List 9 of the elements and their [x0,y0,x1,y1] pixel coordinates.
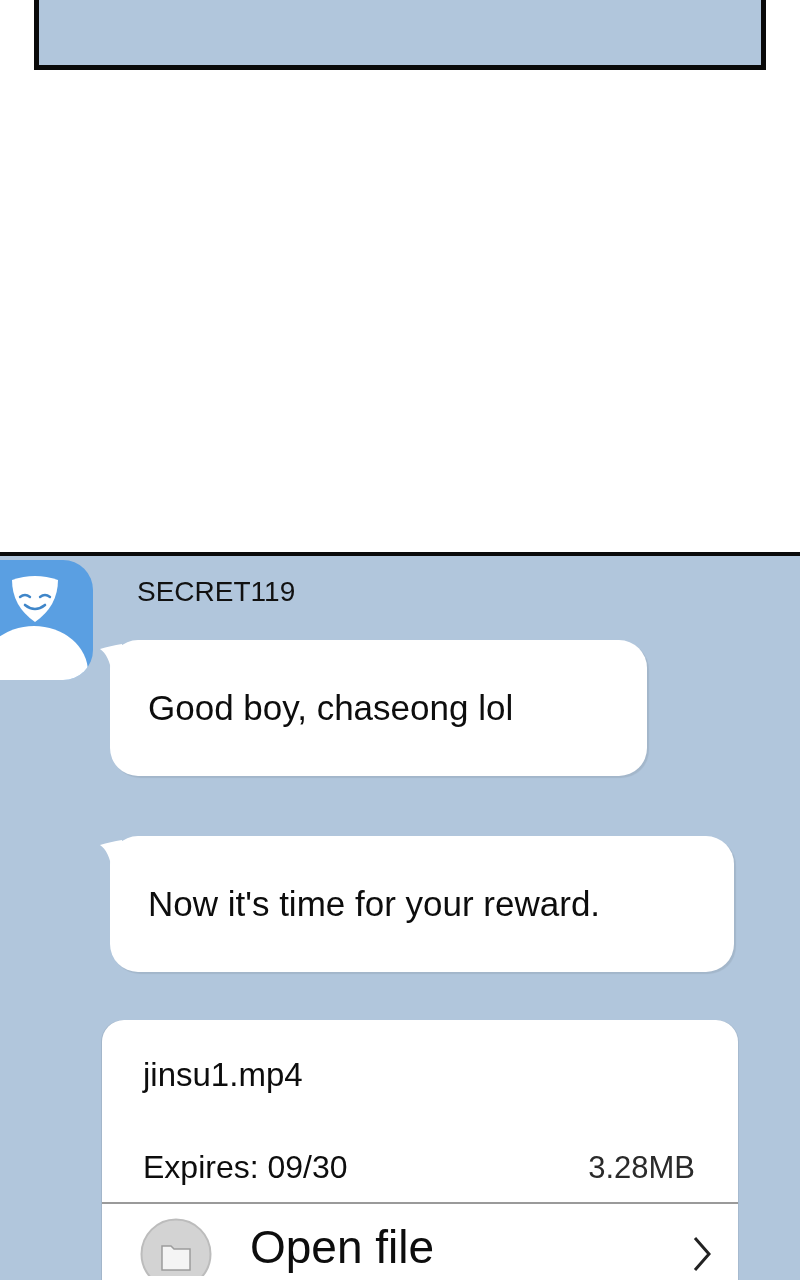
chevron-right-icon [692,1236,712,1272]
expiry-date: Expires: 09/30 [143,1148,348,1186]
sender-name: SECRET119 [137,575,296,609]
file-name: jinsu1.mp4 [143,1055,303,1095]
avatar-icon [0,560,93,680]
folder-icon [140,1218,212,1276]
file-size: 3.28MB [588,1150,695,1186]
message-text: Good boy, chaseong lol [148,687,514,729]
message-text: Now it's time for your reward. [148,883,601,925]
